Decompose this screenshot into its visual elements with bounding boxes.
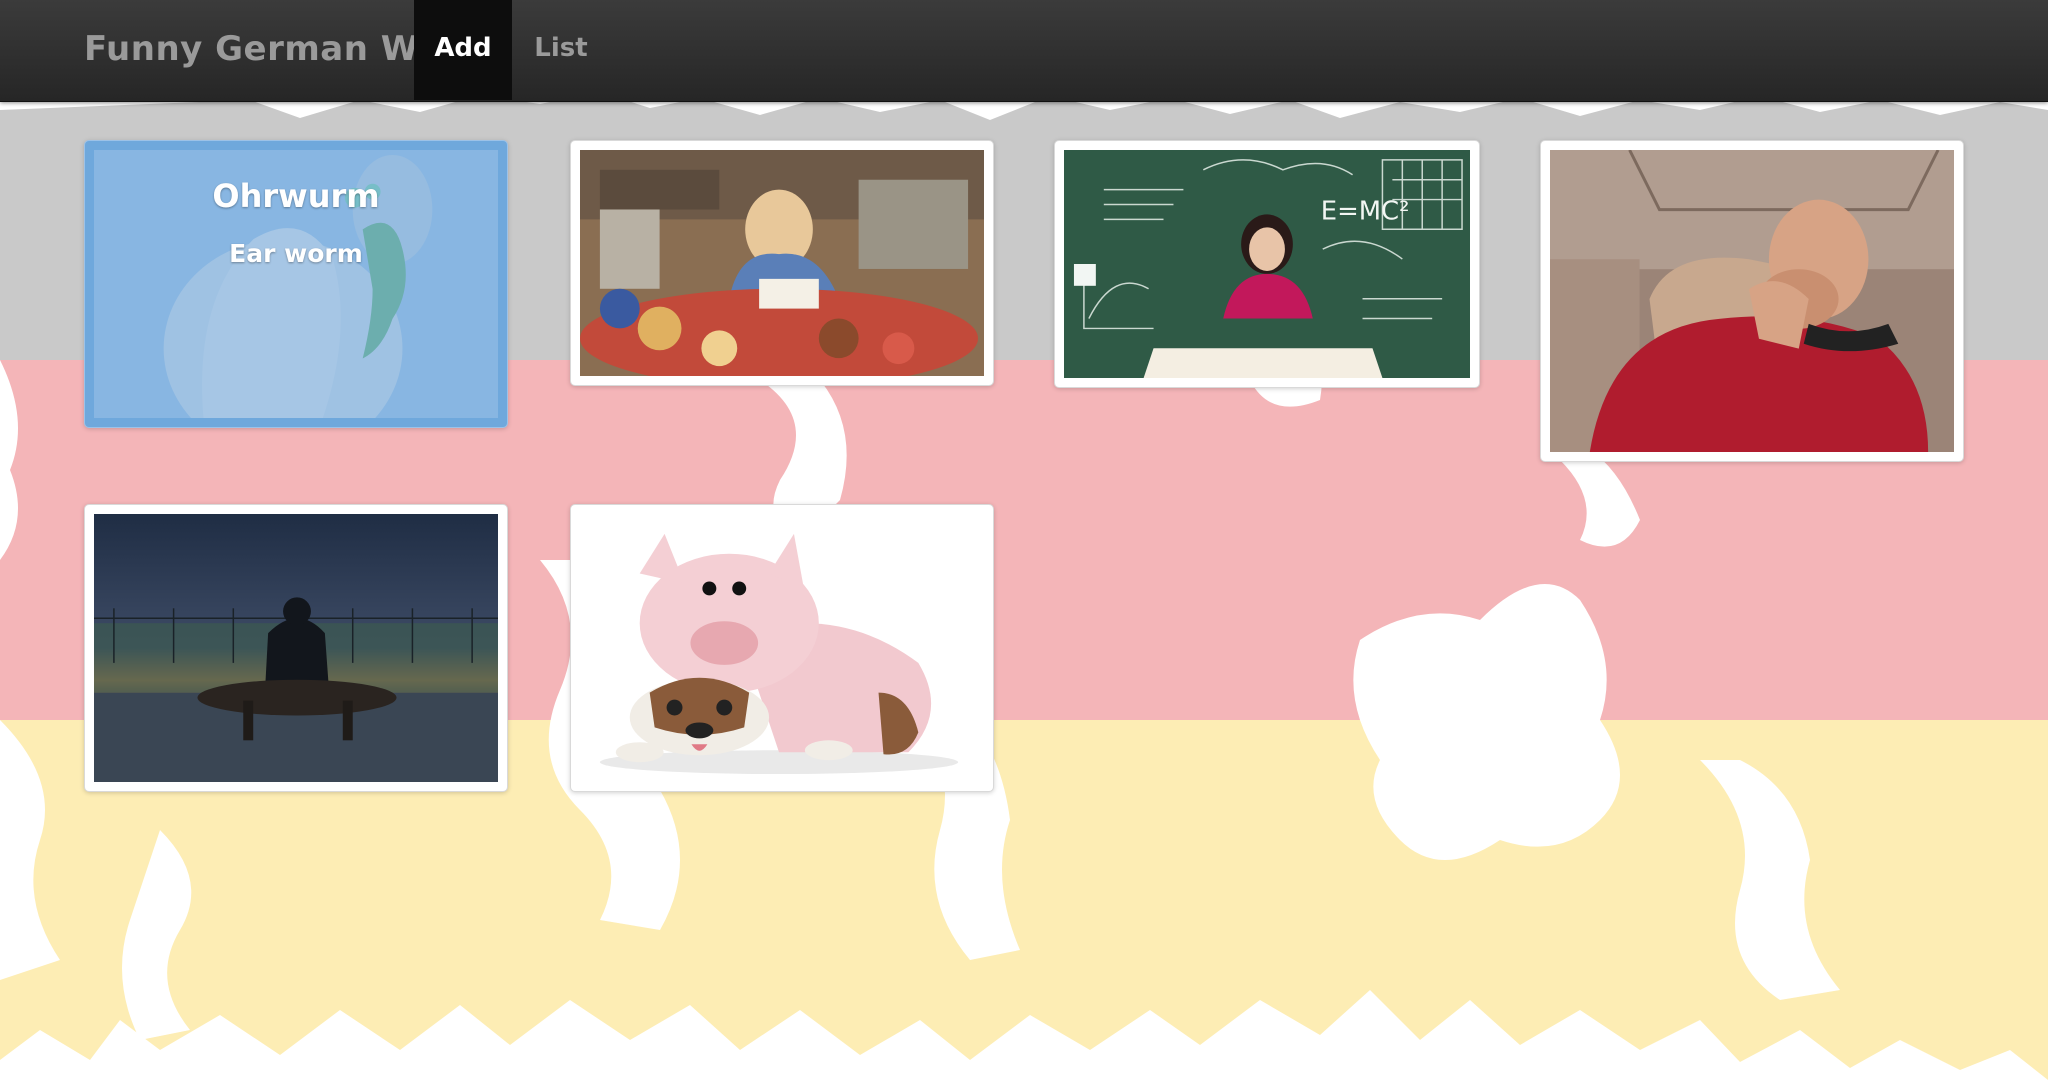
nav-item-list[interactable]: List (512, 0, 610, 100)
top-navbar: Funny German Words Add List (0, 0, 2048, 102)
page: Funny German Words Add List Ohrwurm Ear … (0, 0, 2048, 1080)
bulldog-in-pig-costume-image (580, 514, 984, 782)
man-on-bench-at-dusk-image (94, 514, 498, 782)
word-card[interactable] (1540, 140, 1964, 462)
svg-text:E=MC²: E=MC² (1321, 196, 1410, 226)
card-german-word: Ohrwurm (212, 177, 380, 215)
student-at-chalkboard-image: E=MC² (1064, 150, 1470, 378)
word-card[interactable] (84, 504, 508, 792)
word-card[interactable] (570, 504, 994, 792)
card-english-translation: Ear worm (229, 239, 363, 268)
captain-facepalm-image (1550, 150, 1954, 452)
nav-item-add[interactable]: Add (414, 0, 512, 100)
word-card[interactable] (570, 140, 994, 386)
word-card-ohrwurm[interactable]: Ohrwurm Ear worm (84, 140, 508, 428)
word-card[interactable]: E=MC² (1054, 140, 1480, 388)
woman-eating-food-pile-image (580, 150, 984, 376)
